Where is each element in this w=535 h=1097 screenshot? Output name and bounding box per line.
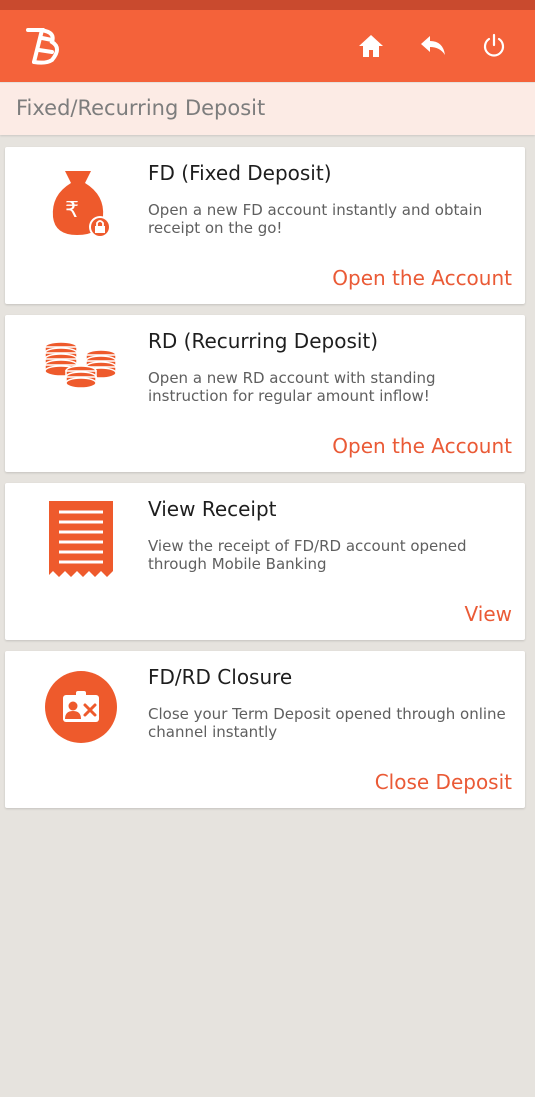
app-bar <box>0 10 535 82</box>
open-rd-account-button[interactable]: Open the Account <box>332 434 512 458</box>
power-icon[interactable] <box>476 28 512 64</box>
money-bag-icon: ₹ <box>43 165 119 241</box>
home-icon[interactable] <box>353 28 389 64</box>
status-bar <box>0 0 535 10</box>
closure-title: FD/RD Closure <box>148 665 293 689</box>
fd-description: Open a new FD account instantly and obta… <box>148 201 483 237</box>
open-fd-account-button[interactable]: Open the Account <box>332 266 512 290</box>
view-receipt-description: View the receipt of FD/RD account opened… <box>148 537 467 573</box>
page-header: Fixed/Recurring Deposit <box>0 83 535 135</box>
view-receipt-title: View Receipt <box>148 497 277 521</box>
fd-title: FD (Fixed Deposit) <box>148 161 332 185</box>
fd-card[interactable]: ₹ FD (Fixed Deposit) Open a new FD accou… <box>5 147 525 304</box>
rd-title: RD (Recurring Deposit) <box>148 329 379 353</box>
view-receipt-card[interactable]: View Receipt View the receipt of FD/RD a… <box>5 483 525 640</box>
receipt-icon <box>43 501 119 577</box>
closure-description: Close your Term Deposit opened through o… <box>148 705 506 741</box>
close-deposit-button[interactable]: Close Deposit <box>375 770 512 794</box>
bank-logo-icon[interactable] <box>22 24 70 68</box>
rd-description: Open a new RD account with standing inst… <box>148 369 436 405</box>
page-title: Fixed/Recurring Deposit <box>16 96 266 120</box>
rd-card[interactable]: RD (Recurring Deposit) Open a new RD acc… <box>5 315 525 472</box>
back-icon[interactable] <box>415 28 451 64</box>
svg-text:₹: ₹ <box>65 198 79 223</box>
coin-stack-icon <box>43 333 119 409</box>
view-receipt-button[interactable]: View <box>465 602 512 626</box>
id-card-close-icon <box>43 669 119 745</box>
closure-card[interactable]: FD/RD Closure Close your Term Deposit op… <box>5 651 525 808</box>
